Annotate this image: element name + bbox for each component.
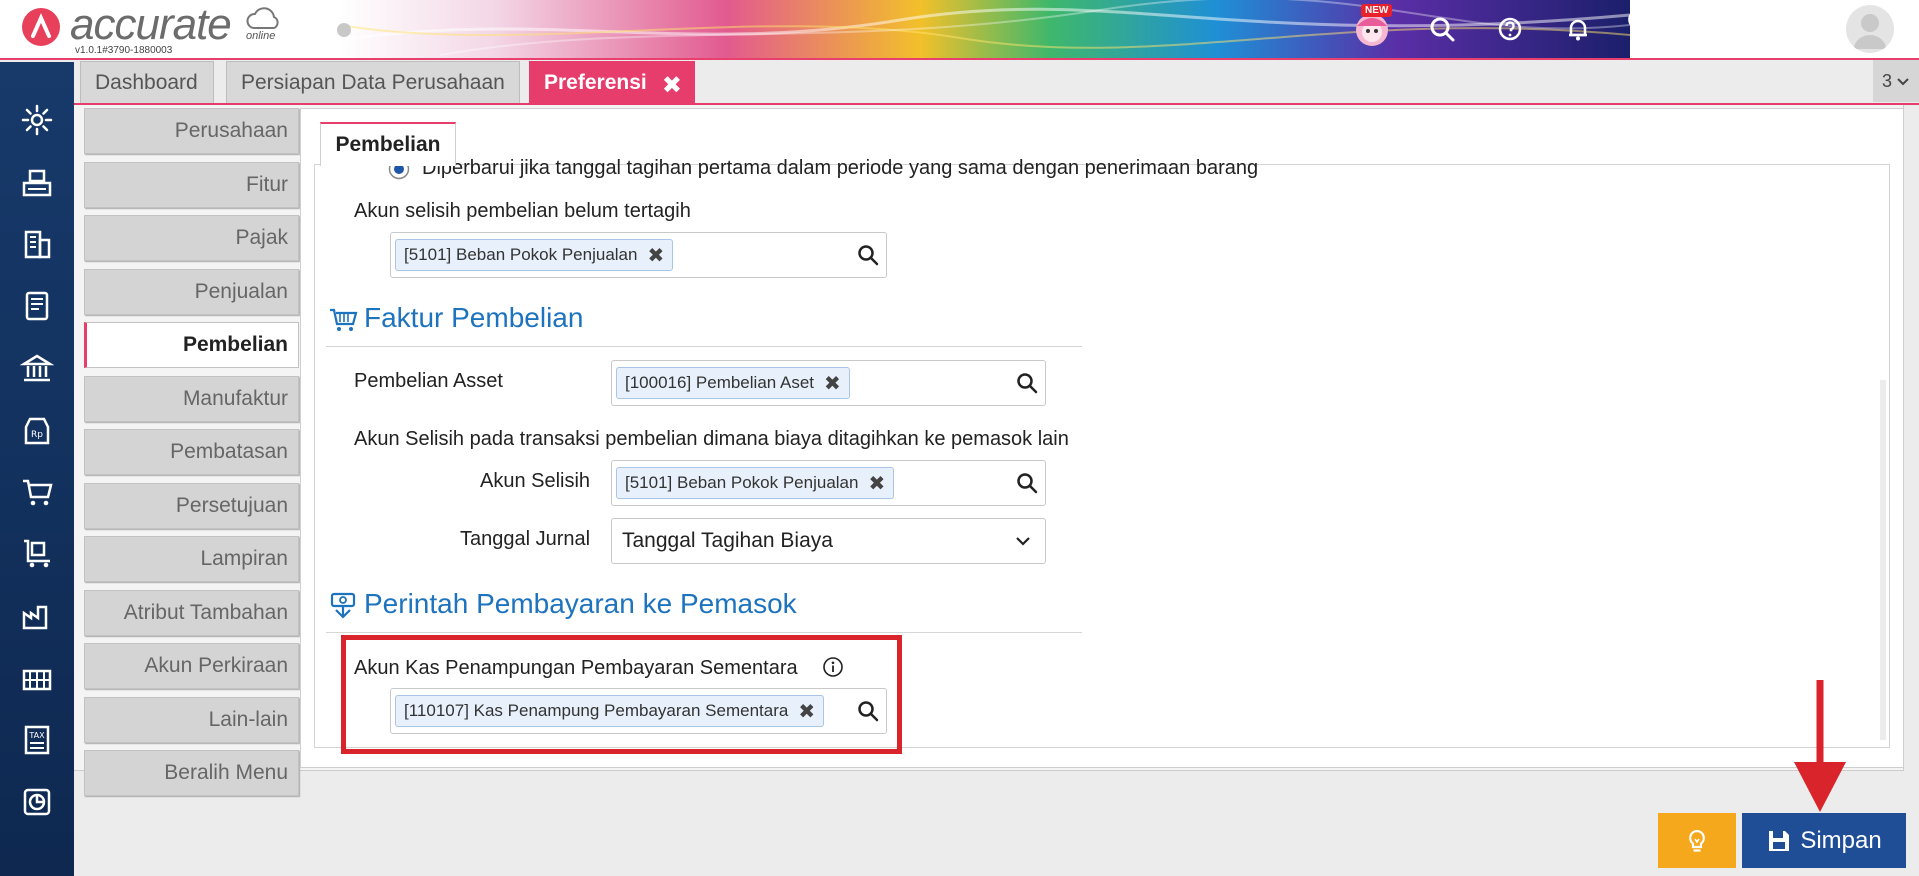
remove-icon[interactable]: ✖ bbox=[647, 243, 664, 268]
svg-text:Rp: Rp bbox=[31, 430, 43, 440]
tab-preferensi-label: Preferensi bbox=[544, 70, 647, 94]
info-icon[interactable] bbox=[822, 656, 844, 678]
pref-nav-pembelian[interactable]: Pembelian bbox=[84, 322, 299, 368]
akun-selisih-description: Akun Selisih pada transaksi pembelian di… bbox=[354, 428, 1069, 450]
section-divider bbox=[326, 346, 1082, 347]
inventory-cart-icon[interactable] bbox=[19, 536, 55, 572]
save-button-label: Simpan bbox=[1800, 826, 1882, 854]
search-icon[interactable] bbox=[856, 699, 880, 723]
logo-online: online bbox=[246, 30, 276, 42]
lightbulb-icon bbox=[1689, 829, 1705, 852]
akun-kas-value: [110107] Kas Penampung Pembayaran Sement… bbox=[404, 701, 789, 720]
chevron-down-icon bbox=[1897, 78, 1909, 86]
company-name[interactable]: CV Mitra Spesialis bbox=[1627, 7, 1823, 35]
search-icon[interactable] bbox=[1422, 9, 1462, 49]
tab-bar: Dashboard Persiapan Data Perusahaan Pref… bbox=[74, 60, 1919, 104]
tanggal-jurnal-label: Tanggal Jurnal bbox=[460, 528, 591, 550]
pref-nav-manufaktur[interactable]: Manufaktur bbox=[84, 376, 299, 422]
pref-nav-lampiran[interactable]: Lampiran bbox=[84, 536, 299, 582]
tanggal-jurnal-select[interactable]: Tanggal Tagihan Biaya bbox=[611, 518, 1046, 564]
akun-selisih-belum-field[interactable]: [5101] Beban Pokok Penjualan ✖ bbox=[390, 232, 887, 278]
cashier-icon[interactable] bbox=[19, 164, 55, 200]
tab-preferensi[interactable]: Preferensi ✖ bbox=[529, 61, 695, 103]
akun-selisih-value: [5101] Beban Pokok Penjualan bbox=[625, 473, 859, 492]
factory-icon[interactable] bbox=[19, 598, 55, 634]
user-name: Gita Fauziah bbox=[1737, 36, 1823, 53]
close-icon[interactable]: ✖ bbox=[662, 71, 682, 100]
pref-nav-akun-perkiraan[interactable]: Akun Perkiraan bbox=[84, 643, 299, 689]
pref-nav-atribut-tambahan[interactable]: Atribut Tambahan bbox=[84, 590, 299, 636]
status-dot bbox=[337, 23, 351, 37]
tab-counter-value: 3 bbox=[1881, 70, 1892, 91]
cart-icon bbox=[330, 308, 358, 331]
akun-selisih-belum-label: Akun selisih pembelian belum tertagih bbox=[354, 200, 691, 222]
floppy-disk-icon bbox=[1769, 830, 1790, 851]
app-version: v1.0.1#3790-1880003 bbox=[75, 45, 173, 56]
pref-nav-beralih-menu[interactable]: Beralih Menu bbox=[84, 750, 299, 796]
remove-icon[interactable]: ✖ bbox=[824, 371, 841, 396]
logo-icon bbox=[22, 8, 60, 46]
logo-area[interactable]: accurate online v1.0.1#3790-1880003 bbox=[0, 0, 351, 58]
tab-counter[interactable]: 3 bbox=[1873, 60, 1919, 102]
pref-nav-pembatasan[interactable]: Pembatasan bbox=[84, 429, 299, 475]
settings-icon[interactable] bbox=[19, 102, 55, 138]
remove-icon[interactable]: ✖ bbox=[868, 471, 885, 496]
tab-persiapan-data[interactable]: Persiapan Data Perusahaan bbox=[226, 61, 520, 103]
warehouse-icon[interactable] bbox=[19, 660, 55, 696]
akun-selisih-chip: [5101] Beban Pokok Penjualan ✖ bbox=[616, 467, 895, 499]
pref-nav-persetujuan[interactable]: Persetujuan bbox=[84, 483, 299, 529]
pembelian-asset-value: [100016] Pembelian Aset bbox=[625, 373, 815, 392]
cloud-icon bbox=[246, 7, 279, 29]
remove-icon[interactable]: ✖ bbox=[798, 699, 815, 724]
search-icon[interactable] bbox=[856, 243, 880, 267]
shopping-cart-icon[interactable] bbox=[19, 474, 55, 510]
akun-selisih-belum-value: [5101] Beban Pokok Penjualan bbox=[404, 245, 638, 264]
pembelian-asset-label: Pembelian Asset bbox=[354, 370, 503, 392]
akun-kas-field[interactable]: [110107] Kas Penampung Pembayaran Sement… bbox=[390, 688, 887, 734]
app-header: accurate online v1.0.1#3790-1880003 NEW … bbox=[0, 0, 1919, 60]
section-tab-pembelian[interactable]: Pembelian bbox=[320, 122, 456, 166]
arrow-annotation bbox=[1794, 680, 1846, 812]
scrollbar[interactable] bbox=[1880, 380, 1886, 740]
logo-text: accurate bbox=[70, 0, 232, 49]
company-building-icon[interactable] bbox=[19, 226, 55, 262]
save-button[interactable]: Simpan bbox=[1742, 813, 1906, 868]
search-icon[interactable] bbox=[1015, 471, 1039, 495]
pref-nav-perusahaan[interactable]: Perusahaan bbox=[84, 108, 299, 154]
tip-button[interactable] bbox=[1658, 813, 1736, 868]
price-tag-icon[interactable]: Rp bbox=[19, 412, 55, 448]
main-sidebar: Rp TAX bbox=[0, 62, 74, 876]
search-icon[interactable] bbox=[1015, 371, 1039, 395]
akun-selisih-label: Akun Selisih bbox=[480, 470, 591, 492]
faktur-pembelian-header: Faktur Pembelian bbox=[364, 302, 584, 333]
pref-nav-fitur[interactable]: Fitur bbox=[84, 162, 299, 208]
pembelian-asset-field[interactable]: [100016] Pembelian Aset ✖ bbox=[611, 360, 1046, 406]
tax-icon[interactable]: TAX bbox=[19, 722, 55, 758]
tanggal-jurnal-value: Tanggal Tagihan Biaya bbox=[622, 529, 833, 552]
perintah-pembayaran-header: Perintah Pembayaran ke Pemasok bbox=[364, 588, 797, 619]
akun-selisih-field[interactable]: [5101] Beban Pokok Penjualan ✖ bbox=[611, 460, 1046, 506]
tab-dashboard[interactable]: Dashboard bbox=[80, 61, 214, 103]
ledger-book-icon[interactable] bbox=[19, 288, 55, 324]
payment-order-icon bbox=[330, 592, 356, 619]
pref-nav-penjualan[interactable]: Penjualan bbox=[84, 269, 299, 315]
chevron-down-icon bbox=[1016, 537, 1030, 546]
new-badge: NEW bbox=[1361, 4, 1393, 17]
bell-icon[interactable] bbox=[1558, 9, 1598, 49]
pembelian-asset-chip: [100016] Pembelian Aset ✖ bbox=[616, 367, 850, 399]
svg-text:TAX: TAX bbox=[28, 731, 45, 740]
akun-selisih-belum-chip: [5101] Beban Pokok Penjualan ✖ bbox=[395, 239, 674, 271]
section-divider bbox=[326, 632, 1082, 633]
help-icon[interactable] bbox=[1490, 9, 1530, 49]
report-chart-icon[interactable] bbox=[19, 784, 55, 820]
pref-nav-pajak[interactable]: Pajak bbox=[84, 215, 299, 261]
radio-diperbarui-label: Diperbarui jika tanggal tagihan pertama … bbox=[422, 157, 1259, 179]
akun-kas-label: Akun Kas Penampungan Pembayaran Sementar… bbox=[354, 657, 798, 679]
avatar[interactable] bbox=[1846, 5, 1894, 53]
akun-kas-chip: [110107] Kas Penampung Pembayaran Sement… bbox=[395, 695, 825, 727]
pref-nav-lain-lain[interactable]: Lain-lain bbox=[84, 697, 299, 743]
bank-icon[interactable] bbox=[19, 350, 55, 386]
